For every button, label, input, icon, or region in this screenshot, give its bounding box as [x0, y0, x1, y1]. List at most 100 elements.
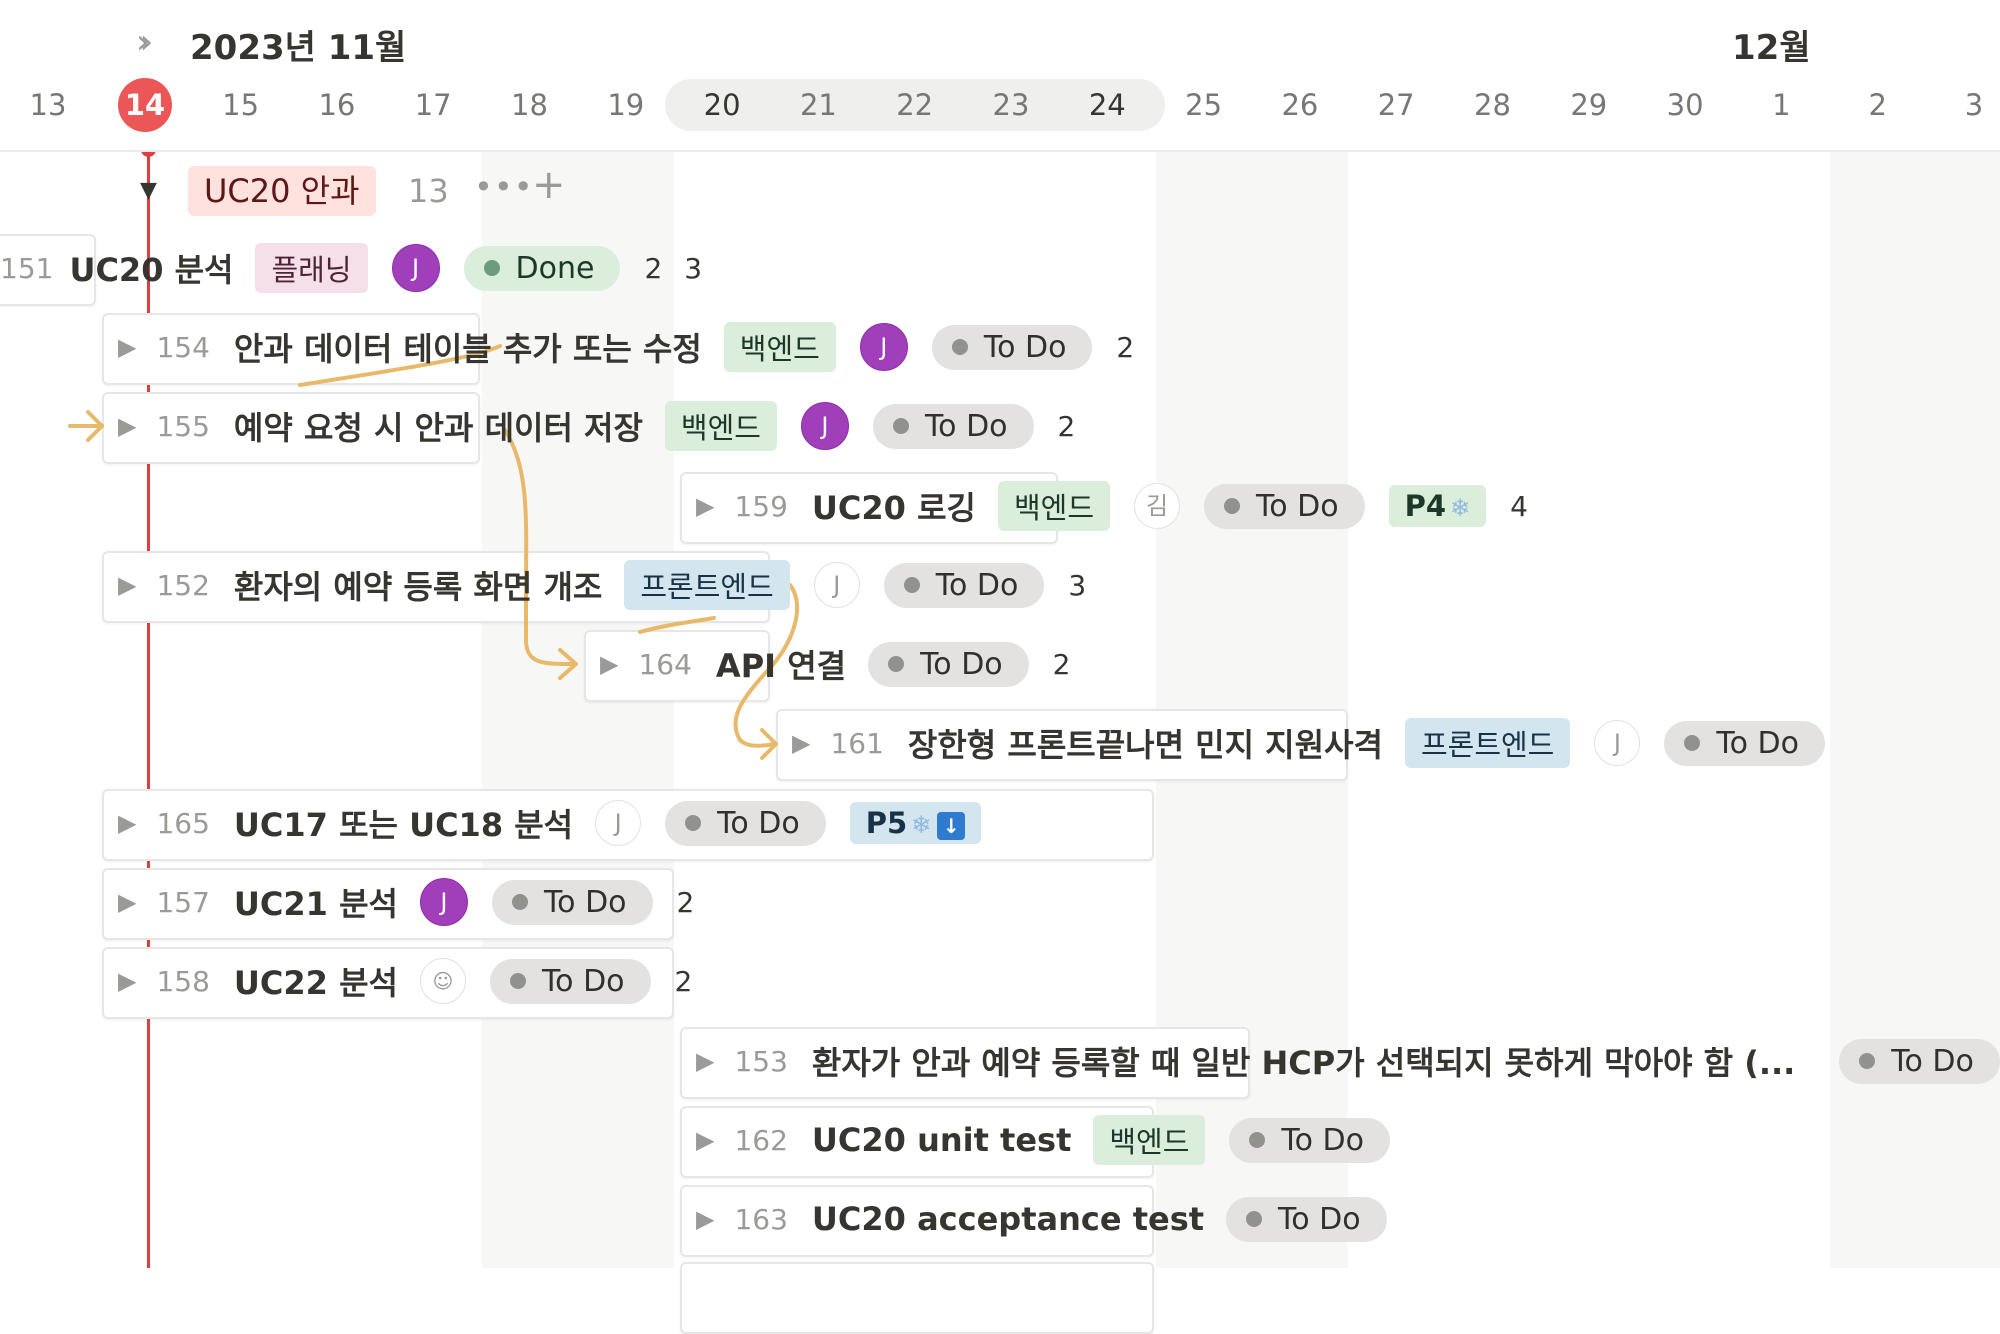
task-name[interactable]: API 연결: [716, 641, 846, 687]
priority-tag[interactable]: P5 ❄ ↓: [849, 802, 982, 844]
snowflake-icon: ❄: [911, 811, 932, 839]
avatar[interactable]: J: [813, 562, 860, 608]
status-badge[interactable]: To Do: [1664, 720, 1825, 766]
status-dot: [1246, 1211, 1263, 1227]
status-badge[interactable]: Done: [463, 245, 621, 291]
status-badge[interactable]: To Do: [872, 403, 1034, 449]
task-row-158[interactable]: ▶ 158 UC22 분석 ☺ To Do 2: [118, 947, 714, 1015]
add-icon[interactable]: +: [532, 162, 566, 208]
status-badge[interactable]: To Do: [883, 562, 1045, 608]
status-badge[interactable]: To Do: [665, 800, 826, 846]
triangle-down-icon[interactable]: ▼: [140, 178, 157, 203]
avatar[interactable]: J: [1594, 720, 1641, 766]
count: 4: [1510, 489, 1528, 523]
chevron-double-right-icon[interactable]: ››: [136, 22, 153, 62]
category-tag[interactable]: 프론트엔드: [1404, 718, 1571, 768]
avatar[interactable]: J: [595, 800, 642, 846]
task-row-163[interactable]: ▶ 163 UC20 acceptance test To Do: [696, 1185, 1411, 1253]
status-label: To Do: [1278, 1201, 1361, 1237]
triangle-right-icon[interactable]: ▶: [118, 967, 136, 995]
task-row-154[interactable]: ▶ 154 안과 데이터 테이블 추가 또는 수정 백엔드 J To Do 2: [118, 313, 1156, 381]
avatar[interactable]: J: [800, 402, 849, 450]
task-name[interactable]: 안과 데이터 테이블 추가 또는 수정: [234, 324, 702, 370]
task-row-161[interactable]: ▶ 161 장한형 프론트끝나면 민지 지원사격 프론트엔드 J To Do: [792, 709, 1849, 777]
day-label: 18: [511, 88, 548, 122]
avatar[interactable]: J: [419, 878, 468, 926]
task-row-159[interactable]: ▶ 159 UC20 로깅 백엔드 김 To Do P4 ❄ 4: [696, 472, 1550, 540]
task-bar[interactable]: [680, 1262, 1154, 1334]
group-label[interactable]: UC20 안과: [188, 166, 376, 216]
task-row-151[interactable]: 151 UC20 분석 플래닝 J Done 2 3: [0, 234, 724, 302]
task-row-152[interactable]: ▶ 152 환자의 예약 등록 화면 개조 프론트엔드 J To Do 3: [118, 551, 1108, 619]
count: 3: [684, 251, 703, 285]
task-name[interactable]: 예약 요청 시 안과 데이터 저장: [234, 403, 643, 449]
avatar[interactable]: 김: [1134, 483, 1180, 529]
task-row-162[interactable]: ▶ 162 UC20 unit test 백엔드 To Do: [696, 1106, 1414, 1174]
task-name[interactable]: UC20 분석: [69, 245, 233, 291]
task-row-157[interactable]: ▶ 157 UC21 분석 J To Do 2: [118, 868, 716, 936]
task-row-153[interactable]: ▶ 153 환자가 안과 예약 등록할 때 일반 HCP가 선택되지 못하게 막…: [696, 1027, 2000, 1095]
category-tag[interactable]: 백엔드: [723, 322, 836, 372]
triangle-right-icon[interactable]: ▶: [600, 650, 618, 678]
triangle-right-icon[interactable]: ▶: [696, 1126, 714, 1154]
status-label: To Do: [983, 329, 1067, 365]
avatar-image[interactable]: ☺: [419, 958, 466, 1004]
status-dot: [1249, 1132, 1266, 1148]
dependency-line: [760, 728, 778, 760]
status-label: To Do: [1256, 488, 1339, 524]
category-tag[interactable]: 백엔드: [997, 481, 1110, 531]
status-badge[interactable]: To Do: [1204, 483, 1365, 529]
task-id: 153: [734, 1044, 788, 1078]
status-label: To Do: [924, 408, 1008, 444]
today-marker[interactable]: 14: [118, 78, 172, 132]
triangle-right-icon[interactable]: ▶: [118, 412, 136, 440]
timeline-header: ›› 2023년 11월 12월 13 15 16 17 18 19 20 21 22 23 24 2…: [0, 0, 2000, 152]
count: 3: [1068, 568, 1087, 602]
task-name[interactable]: UC20 로깅: [812, 483, 976, 529]
status-label: To Do: [1891, 1043, 1974, 1079]
status-badge[interactable]: To Do: [931, 324, 1093, 370]
status-dot: [892, 418, 909, 434]
count: 2: [1057, 409, 1076, 443]
count: 2: [1116, 330, 1135, 364]
status-badge[interactable]: To Do: [1839, 1038, 2000, 1084]
task-name[interactable]: UC20 unit test: [812, 1121, 1071, 1159]
task-row-155[interactable]: ▶ 155 예약 요청 시 안과 데이터 저장 백엔드 J To Do 2: [118, 392, 1097, 460]
triangle-right-icon[interactable]: ▶: [696, 492, 714, 520]
status-badge[interactable]: To Do: [1229, 1117, 1390, 1163]
task-name[interactable]: 장한형 프론트끝나면 민지 지원사격: [908, 720, 1383, 766]
triangle-right-icon[interactable]: ▶: [696, 1047, 714, 1075]
category-tag[interactable]: 프론트엔드: [624, 560, 790, 610]
triangle-right-icon[interactable]: ▶: [696, 1205, 714, 1233]
task-name[interactable]: UC22 분석: [234, 958, 398, 1004]
triangle-right-icon[interactable]: ▶: [792, 729, 810, 757]
task-name[interactable]: UC17 또는 UC18 분석: [234, 800, 573, 846]
avatar[interactable]: J: [391, 244, 440, 292]
status-dot: [1224, 498, 1240, 514]
avatar[interactable]: J: [859, 323, 908, 371]
triangle-right-icon[interactable]: ▶: [118, 888, 136, 916]
task-name[interactable]: 환자의 예약 등록 화면 개조: [234, 562, 602, 608]
task-name[interactable]: UC20 acceptance test: [812, 1200, 1204, 1238]
triangle-right-icon[interactable]: ▶: [118, 809, 136, 837]
arrow-down-icon: ↓: [937, 812, 966, 840]
priority-tag[interactable]: P4 ❄: [1388, 485, 1487, 527]
category-tag[interactable]: 플래닝: [255, 243, 368, 293]
day-label: 30: [1666, 88, 1704, 122]
category-tag[interactable]: 백엔드: [664, 401, 777, 451]
task-row-165[interactable]: ▶ 165 UC17 또는 UC18 분석 J To Do P5 ❄ ↓: [118, 789, 1005, 857]
triangle-right-icon[interactable]: ▶: [118, 333, 136, 361]
triangle-right-icon[interactable]: ▶: [118, 571, 136, 599]
task-name[interactable]: UC21 분석: [234, 879, 398, 925]
status-badge[interactable]: To Do: [868, 641, 1029, 687]
category-tag[interactable]: 백엔드: [1093, 1115, 1206, 1165]
status-badge[interactable]: To Do: [1226, 1196, 1387, 1242]
status-badge[interactable]: To Do: [489, 958, 651, 1004]
day-label: 22: [896, 88, 934, 122]
day-label: 13: [29, 88, 67, 122]
task-name[interactable]: 환자가 안과 예약 등록할 때 일반 HCP가 선택되지 못하게 막아야 함 (…: [812, 1038, 1795, 1084]
count: 2: [674, 964, 693, 998]
task-row-164[interactable]: ▶ 164 API 연결 To Do 2: [600, 630, 1092, 698]
status-badge[interactable]: To Do: [491, 879, 653, 925]
more-icon[interactable]: •••: [474, 168, 534, 206]
